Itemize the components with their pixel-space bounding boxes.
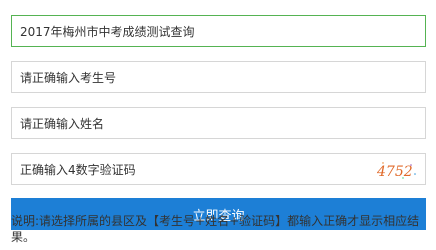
exam-select-value: 2017年梅州市中考成绩测试查询 [20,24,195,39]
captcha-code-text: 4752 [376,164,413,180]
captcha-noise-dot [382,162,384,164]
captcha-input[interactable]: 正确输入4数字验证码 4752 [11,153,426,185]
captcha-noise-dot [410,164,412,166]
name-placeholder: 请正确输入姓名 [20,116,105,131]
exam-select-field[interactable]: 2017年梅州市中考成绩测试查询 [11,15,426,47]
name-input[interactable]: 请正确输入姓名 [11,107,426,139]
captcha-noise-dot [414,173,416,175]
exam-number-placeholder: 请正确输入考生号 [20,70,117,85]
instruction-note: 说明:请选择所属的县区及【考生号+姓名+验证码】都输入正确才显示相应结果。 [11,214,420,244]
score-query-form: 2017年梅州市中考成绩测试查询 请正确输入考生号 请正确输入姓名 正确输入4数… [11,15,426,230]
captcha-placeholder: 正确输入4数字验证码 [20,162,136,177]
captcha-image[interactable]: 4752 [375,159,419,181]
captcha-noise-dot [402,177,404,179]
exam-number-input[interactable]: 请正确输入考生号 [11,61,426,93]
